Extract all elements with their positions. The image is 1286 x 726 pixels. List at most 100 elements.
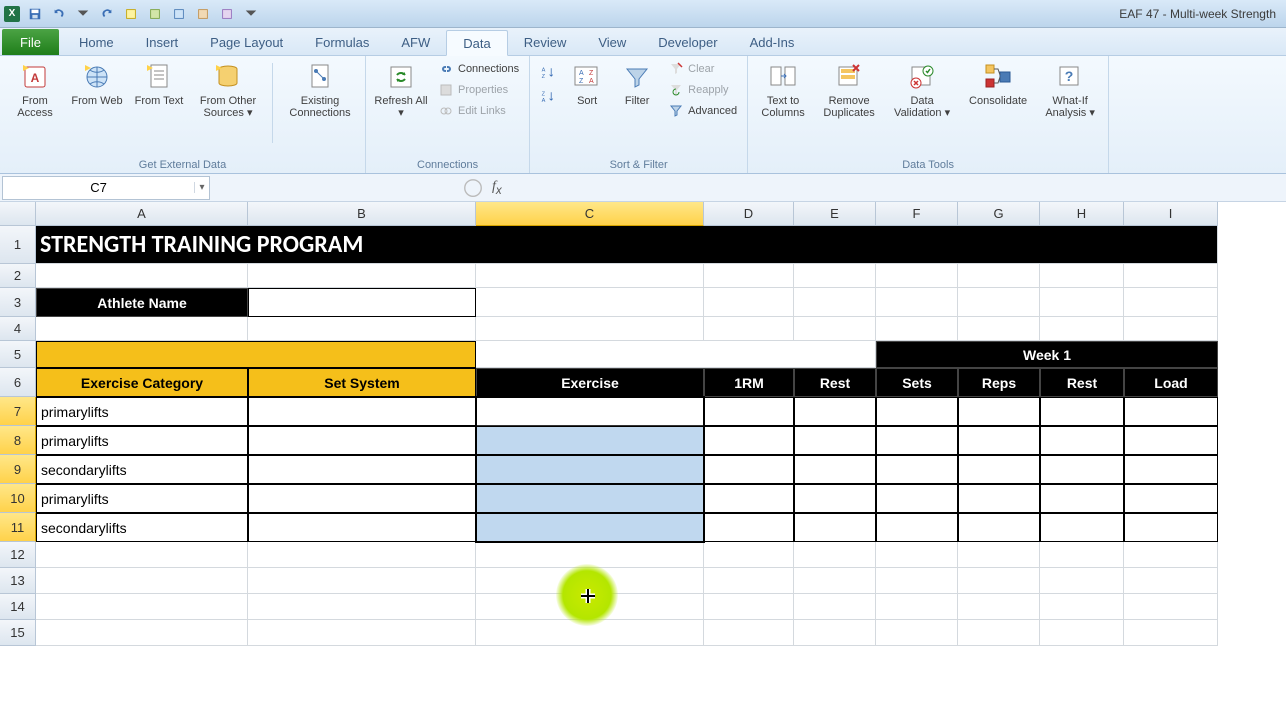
cell[interactable] xyxy=(248,594,476,620)
exercise-category-cell[interactable]: primarylifts xyxy=(36,397,248,426)
name-box-dropdown[interactable]: ▾ xyxy=(194,182,209,193)
athlete-label[interactable]: Athlete Name xyxy=(36,288,248,317)
cell[interactable] xyxy=(1124,594,1218,620)
qat-custom2[interactable] xyxy=(144,4,166,24)
cell[interactable] xyxy=(1124,264,1218,288)
cell[interactable] xyxy=(1040,542,1124,568)
cell[interactable] xyxy=(36,317,248,341)
cell[interactable] xyxy=(36,568,248,594)
qat-custom3[interactable] xyxy=(168,4,190,24)
filter-button[interactable]: Filter xyxy=(614,59,660,109)
col-head-B[interactable]: B xyxy=(248,202,476,226)
data-cell[interactable] xyxy=(704,397,794,426)
data-cell[interactable] xyxy=(958,513,1040,542)
qat-custom5[interactable] xyxy=(216,4,238,24)
cell[interactable] xyxy=(1124,317,1218,341)
qat-undo[interactable] xyxy=(48,4,70,24)
data-cell[interactable] xyxy=(1124,397,1218,426)
qat-custom4[interactable] xyxy=(192,4,214,24)
row-head-14[interactable]: 14 xyxy=(0,594,36,620)
qat-save[interactable] xyxy=(24,4,46,24)
tab-formulas[interactable]: Formulas xyxy=(299,29,385,55)
advanced-button[interactable]: Advanced xyxy=(664,101,741,121)
hdr-1rm[interactable]: 1RM xyxy=(704,368,794,397)
qat-more[interactable] xyxy=(240,4,262,24)
tab-data[interactable]: Data xyxy=(446,30,507,56)
formula-input[interactable] xyxy=(510,176,1286,200)
hdr-exercise[interactable]: Exercise xyxy=(476,368,704,397)
cell[interactable] xyxy=(36,620,248,646)
row-head-1[interactable]: 1 xyxy=(0,226,36,264)
sort-button[interactable]: AZZA Sort xyxy=(564,59,610,109)
cell[interactable] xyxy=(794,317,876,341)
tab-addins[interactable]: Add-Ins xyxy=(734,29,811,55)
row-head-7[interactable]: 7 xyxy=(0,397,36,426)
consolidate-button[interactable]: Consolidate xyxy=(962,59,1034,109)
cell[interactable] xyxy=(476,542,704,568)
cell[interactable] xyxy=(1040,264,1124,288)
cell[interactable] xyxy=(794,542,876,568)
cell[interactable] xyxy=(248,620,476,646)
name-box[interactable]: ▾ xyxy=(2,176,210,200)
data-validation-button[interactable]: Data Validation ▾ xyxy=(886,59,958,121)
data-cell[interactable] xyxy=(1040,513,1124,542)
cell[interactable] xyxy=(476,317,704,341)
cell[interactable] xyxy=(248,568,476,594)
row-head-13[interactable]: 13 xyxy=(0,568,36,594)
cell[interactable] xyxy=(704,620,794,646)
cell[interactable] xyxy=(248,264,476,288)
data-cell[interactable] xyxy=(794,455,876,484)
exercise-category-cell[interactable]: primarylifts xyxy=(36,484,248,513)
data-cell[interactable] xyxy=(794,426,876,455)
data-cell[interactable] xyxy=(794,513,876,542)
hdr-reps[interactable]: Reps xyxy=(958,368,1040,397)
cell[interactable] xyxy=(36,594,248,620)
cell[interactable] xyxy=(958,620,1040,646)
cell[interactable] xyxy=(476,288,704,317)
row-head-4[interactable]: 4 xyxy=(0,317,36,341)
col-head-G[interactable]: G xyxy=(958,202,1040,226)
qat-custom1[interactable] xyxy=(120,4,142,24)
row-head-6[interactable]: 6 xyxy=(0,368,36,397)
athlete-input[interactable] xyxy=(248,288,476,317)
cell[interactable] xyxy=(1124,288,1218,317)
connections-button[interactable]: Connections xyxy=(434,59,523,79)
cell[interactable] xyxy=(794,264,876,288)
tab-developer[interactable]: Developer xyxy=(642,29,733,55)
name-box-input[interactable] xyxy=(3,180,194,195)
data-cell[interactable] xyxy=(704,484,794,513)
exercise-cell[interactable] xyxy=(476,397,704,426)
data-cell[interactable] xyxy=(1124,455,1218,484)
exercise-category-cell[interactable]: secondarylifts xyxy=(36,513,248,542)
col-head-H[interactable]: H xyxy=(1040,202,1124,226)
from-web-button[interactable]: From Web xyxy=(68,59,126,109)
cell[interactable] xyxy=(794,568,876,594)
cell[interactable] xyxy=(704,317,794,341)
cell[interactable] xyxy=(248,317,476,341)
data-cell[interactable] xyxy=(1040,484,1124,513)
row-head-5[interactable]: 5 xyxy=(0,341,36,368)
sort-az-button[interactable]: AZ xyxy=(536,63,560,83)
cell[interactable] xyxy=(876,620,958,646)
cell[interactable] xyxy=(1040,594,1124,620)
category-band[interactable] xyxy=(36,341,476,368)
text-to-columns-button[interactable]: Text to Columns xyxy=(754,59,812,121)
cell[interactable] xyxy=(36,264,248,288)
data-cell[interactable] xyxy=(794,397,876,426)
what-if-button[interactable]: ? What-If Analysis ▾ xyxy=(1038,59,1102,121)
cell[interactable] xyxy=(1040,620,1124,646)
cell[interactable] xyxy=(36,542,248,568)
cell[interactable] xyxy=(704,568,794,594)
tab-insert[interactable]: Insert xyxy=(130,29,195,55)
data-cell[interactable] xyxy=(876,426,958,455)
col-head-D[interactable]: D xyxy=(704,202,794,226)
cell[interactable] xyxy=(876,317,958,341)
data-cell[interactable] xyxy=(1040,455,1124,484)
cell[interactable] xyxy=(704,594,794,620)
exercise-cell[interactable] xyxy=(476,455,704,484)
cell[interactable] xyxy=(876,568,958,594)
row-head-11[interactable]: 11 xyxy=(0,513,36,542)
row-head-3[interactable]: 3 xyxy=(0,288,36,317)
hdr-sets[interactable]: Sets xyxy=(876,368,958,397)
cell[interactable] xyxy=(958,594,1040,620)
